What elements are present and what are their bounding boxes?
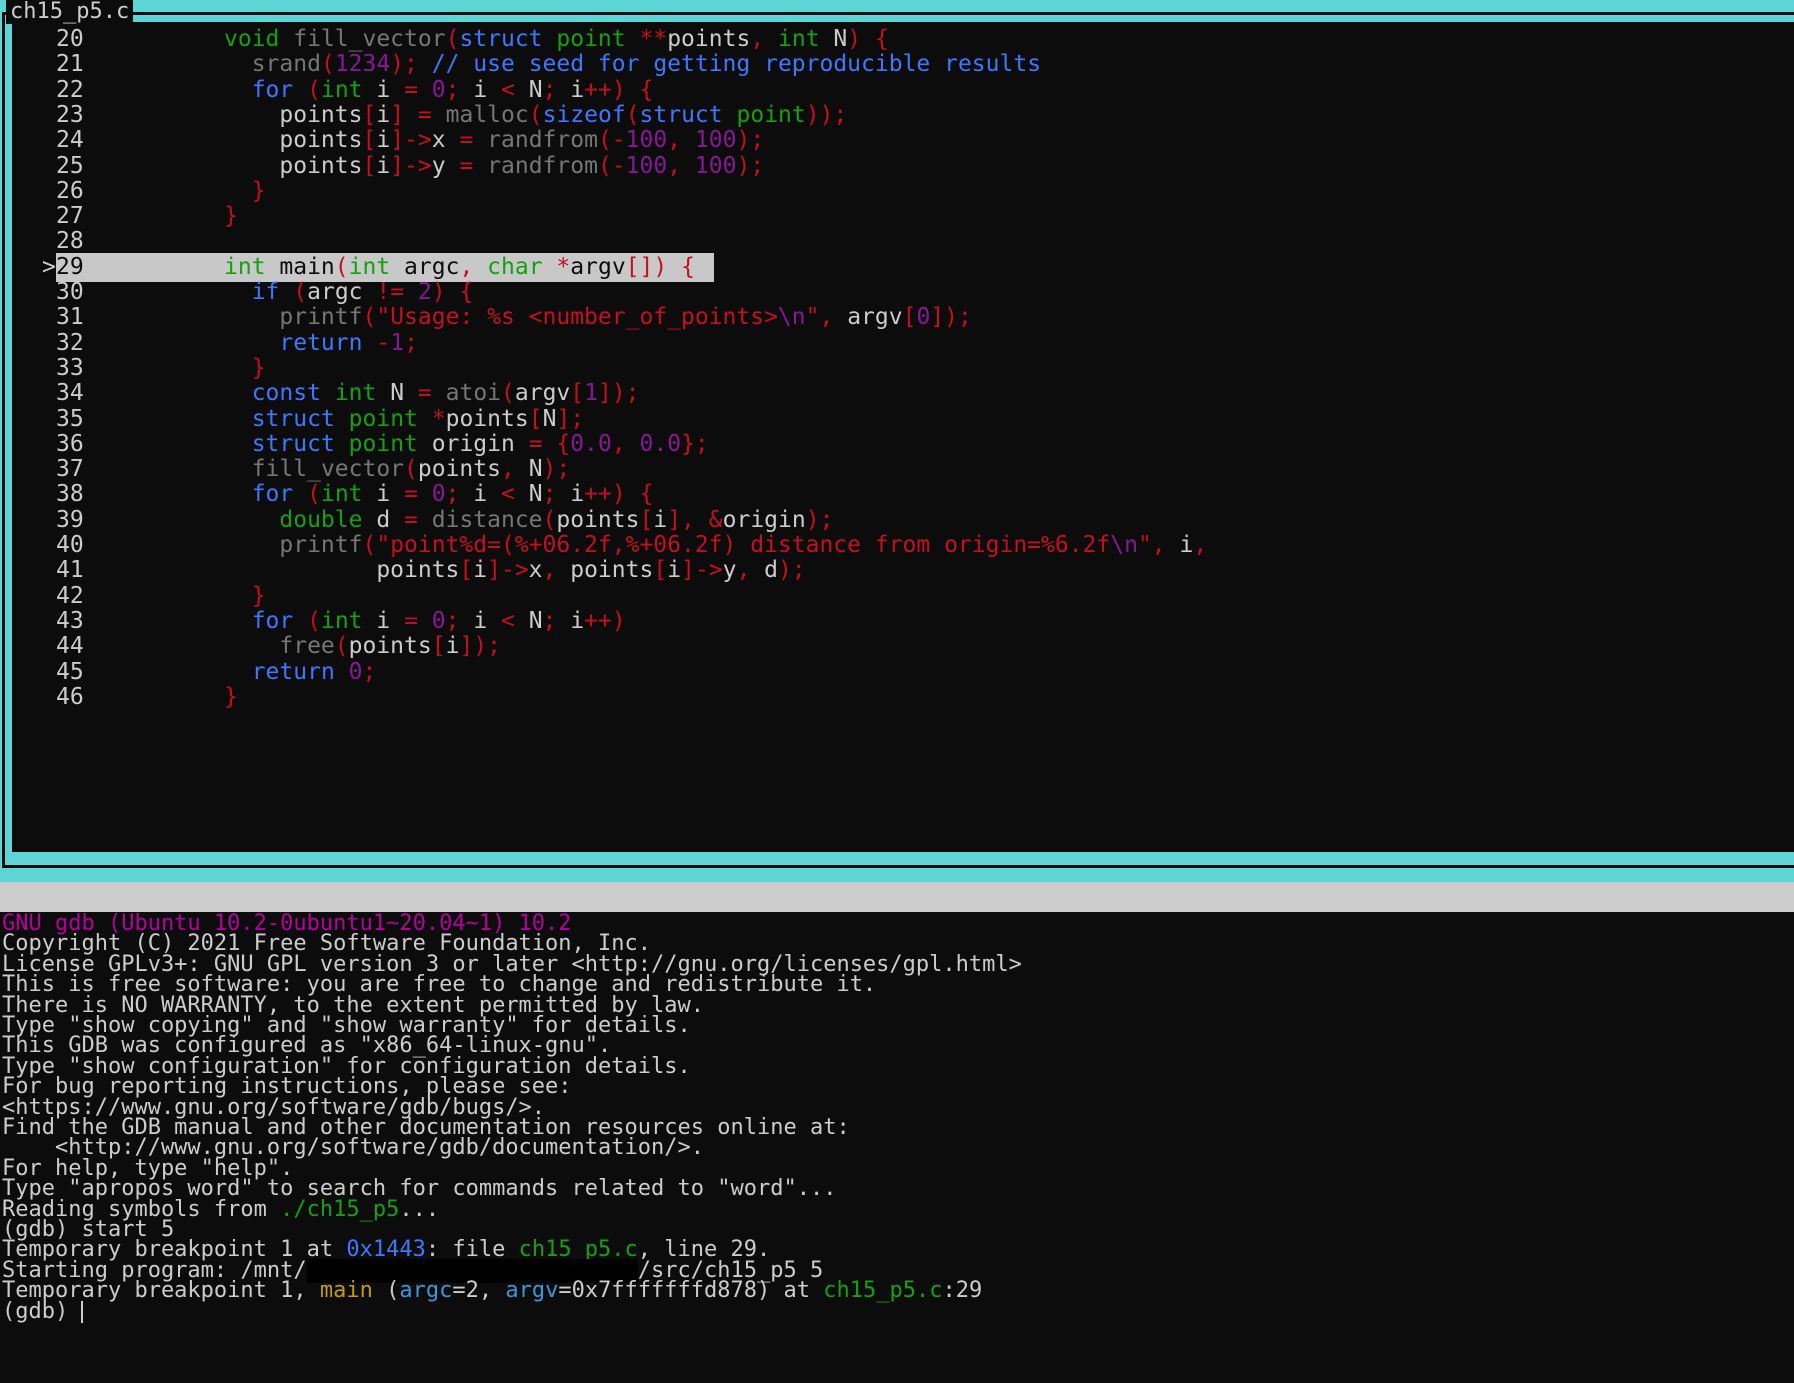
gdb-command-window[interactable]: GNU gdb (Ubuntu 10.2-0ubuntu1~20.04~1) 1… — [0, 912, 1794, 1383]
text-cursor — [81, 1300, 84, 1323]
code-text: } — [224, 683, 238, 710]
gdb-prompt[interactable]: (gdb) — [2, 1299, 84, 1324]
source-window-title: ch15_p5.c — [6, 0, 134, 24]
code-line: 46} — [12, 683, 1612, 712]
status-bar: native process 3544 In: main L29 PC: 0x5… — [0, 882, 1794, 1000]
console-line: Temporary breakpoint 1, main (argc=2, ar… — [2, 1278, 983, 1304]
line-number: 46 — [56, 683, 84, 710]
